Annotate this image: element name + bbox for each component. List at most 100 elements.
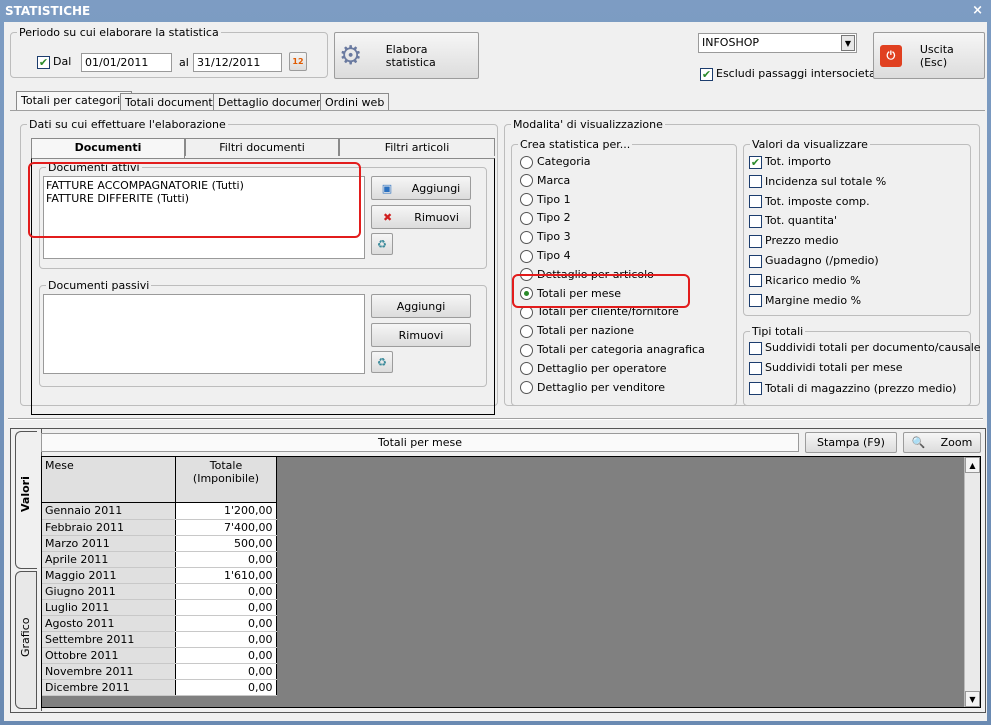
- escludi-checkbox[interactable]: ✔ Escludi passaggi intersocietari: [700, 67, 883, 81]
- radio-label: Totali per categoria anagrafica: [537, 343, 705, 356]
- results-grid[interactable]: Mese Totale (Imponibile) Gennaio 2011 1'2…: [41, 456, 981, 708]
- tab-grafico[interactable]: Grafico: [15, 571, 37, 709]
- gear-document-icon: ⚙: [339, 40, 363, 71]
- radio-icon: [520, 343, 533, 357]
- tab-documenti[interactable]: Documenti: [31, 138, 185, 158]
- table-row[interactable]: Maggio 2011 1'610,00: [42, 567, 277, 584]
- checkbox-option[interactable]: Tot. imposte comp.: [749, 195, 870, 209]
- checkbox-icon: [749, 361, 762, 375]
- cell-mese: Settembre 2011: [42, 631, 176, 648]
- checkbox-label: Margine medio %: [765, 293, 862, 307]
- radio-option[interactable]: Tipo 4: [520, 249, 571, 263]
- check-icon: ✔: [37, 55, 50, 69]
- radio-option[interactable]: Dettaglio per venditore: [520, 381, 665, 395]
- table-row[interactable]: Ottobre 2011 0,00: [42, 647, 277, 664]
- tab-valori[interactable]: Valori: [15, 431, 37, 569]
- date-to-input[interactable]: 31/12/2011: [193, 53, 282, 72]
- column-header-totale[interactable]: Totale (Imponibile): [175, 457, 277, 503]
- table-row[interactable]: Novembre 2011 0,00: [42, 663, 277, 680]
- modalita-legend: Modalita' di visualizzazione: [513, 118, 663, 131]
- checkbox-option[interactable]: Suddividi totali per documento/causale: [749, 341, 981, 355]
- table-row[interactable]: Settembre 2011 0,00: [42, 631, 277, 648]
- tab-dettaglio-documenti[interactable]: Dettaglio documenti: [213, 93, 336, 111]
- tab-totali-documenti[interactable]: Totali documenti: [120, 93, 221, 111]
- chevron-down-icon[interactable]: ▼: [841, 35, 855, 51]
- checkbox-option[interactable]: Suddividi totali per mese: [749, 361, 903, 375]
- zoom-icon: 🔍: [911, 436, 926, 449]
- table-row[interactable]: Agosto 2011 0,00: [42, 615, 277, 632]
- radio-option[interactable]: Marca: [520, 174, 570, 188]
- cell-totale: 7'400,00: [175, 519, 277, 536]
- aggiungi-passivi-button[interactable]: Aggiungi: [371, 294, 471, 318]
- rimuovi-attivi-button[interactable]: ✖ Rimuovi: [371, 205, 471, 229]
- vertical-scrollbar[interactable]: ▲ ▼: [964, 457, 980, 707]
- scroll-up-icon[interactable]: ▲: [965, 457, 980, 473]
- rimuovi-passivi-button[interactable]: Rimuovi: [371, 323, 471, 347]
- calendar-icon[interactable]: 12: [289, 52, 307, 71]
- radio-option[interactable]: Totali per nazione: [520, 324, 634, 338]
- table-row[interactable]: Gennaio 2011 1'200,00: [42, 503, 277, 520]
- cell-totale: 500,00: [175, 535, 277, 552]
- checkbox-label: Ricarico medio %: [765, 273, 861, 287]
- valori-group: Valori da visualizzare ✔ Tot. importo Inci…: [743, 138, 971, 316]
- clear-icon[interactable]: ♻: [371, 351, 393, 373]
- checkbox-icon: [749, 341, 762, 355]
- scroll-down-icon[interactable]: ▼: [965, 691, 980, 707]
- table-row[interactable]: Dicembre 2011 0,00: [42, 679, 277, 696]
- checkbox-option[interactable]: Tot. quantita': [749, 214, 837, 228]
- checkbox-label: Totali di magazzino (prezzo medio): [765, 381, 957, 395]
- checkbox-option[interactable]: Totali di magazzino (prezzo medio): [749, 382, 956, 396]
- checkbox-label: Prezzo medio: [765, 234, 839, 248]
- radio-option[interactable]: Dettaglio per operatore: [520, 362, 667, 376]
- checkbox-label: Suddividi totali per documento/causale: [765, 341, 981, 354]
- checkbox-option[interactable]: Ricarico medio %: [749, 274, 861, 288]
- cell-mese: Maggio 2011: [42, 567, 176, 584]
- tab-filtri-documenti[interactable]: Filtri documenti: [185, 138, 339, 156]
- date-from-input[interactable]: 01/01/2011: [81, 53, 172, 72]
- passivi-legend: Documenti passivi: [48, 279, 150, 292]
- checkbox-option[interactable]: Prezzo medio: [749, 234, 839, 248]
- table-row[interactable]: Luglio 2011 0,00: [42, 599, 277, 616]
- dal-checkbox[interactable]: ✔ Dal: [37, 55, 71, 69]
- aggiungi-attivi-button[interactable]: ▣ Aggiungi: [371, 176, 471, 200]
- tab-totali-per-categoria[interactable]: Totali per categoria: [16, 91, 132, 111]
- client-area: Periodo su cui elaborare la statistica ✔…: [4, 22, 987, 721]
- uscita-button[interactable]: ⏻ Uscita (Esc): [873, 32, 985, 79]
- cell-totale: 0,00: [175, 599, 277, 616]
- table-row[interactable]: Aprile 2011 0,00: [42, 551, 277, 568]
- checkbox-option[interactable]: Guadagno (/pmedio): [749, 254, 879, 268]
- table-row[interactable]: Marzo 2011 500,00: [42, 535, 277, 552]
- column-header-mese[interactable]: Mese: [45, 459, 74, 472]
- cell-totale: 0,00: [175, 647, 277, 664]
- radio-option[interactable]: Categoria: [520, 155, 591, 169]
- elabora-statistica-button[interactable]: ⚙ Elabora statistica: [334, 32, 479, 79]
- zoom-button[interactable]: 🔍 Zoom: [903, 432, 981, 453]
- clear-icon[interactable]: ♻: [371, 233, 393, 255]
- table-row[interactable]: Giugno 2011 0,00: [42, 583, 277, 600]
- escludi-label: Escludi passaggi intersocietari: [716, 67, 884, 80]
- radio-option[interactable]: Totali per categoria anagrafica: [520, 343, 705, 357]
- radio-option[interactable]: Tipo 1: [520, 193, 571, 207]
- separator: [8, 418, 983, 420]
- radio-label: Dettaglio per operatore: [537, 361, 667, 375]
- radio-option[interactable]: Tipo 2: [520, 211, 571, 225]
- tab-ordini-web[interactable]: Ordini web: [320, 93, 390, 111]
- radio-icon: [520, 211, 533, 225]
- checkbox-option[interactable]: Incidenza sul totale %: [749, 175, 886, 189]
- stampa-button[interactable]: Stampa (F9): [805, 432, 897, 453]
- tab-filtri-articoli[interactable]: Filtri articoli: [339, 138, 495, 156]
- company-select[interactable]: INFOSHOP ▼: [698, 33, 857, 53]
- close-icon[interactable]: ×: [972, 3, 983, 18]
- radio-option[interactable]: Tipo 3: [520, 230, 571, 244]
- documenti-passivi-list[interactable]: [43, 294, 365, 374]
- highlight-box: [512, 274, 690, 308]
- valori-label: Valori: [19, 476, 32, 512]
- uscita-label: Uscita (Esc): [919, 42, 954, 69]
- table-row[interactable]: Febbraio 2011 7'400,00: [42, 519, 277, 536]
- cell-mese: Marzo 2011: [42, 535, 176, 552]
- radio-label: Totali per nazione: [537, 324, 635, 338]
- checkbox-icon: [749, 254, 762, 268]
- checkbox-option[interactable]: ✔ Tot. importo: [749, 155, 831, 169]
- radio-label: Tipo 1: [537, 192, 571, 206]
- checkbox-option[interactable]: Margine medio %: [749, 294, 861, 308]
